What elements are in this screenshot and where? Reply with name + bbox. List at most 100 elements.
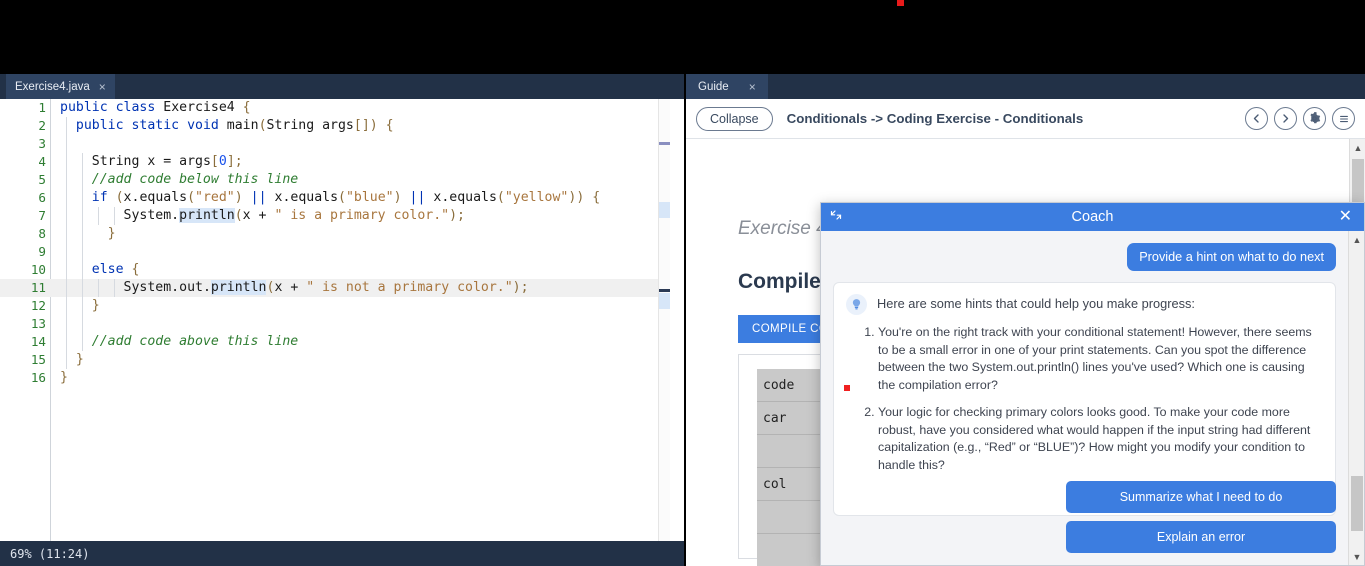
code-line-text: System.out.println(x + " is not a primar… <box>123 280 529 295</box>
guide-tab-bar: Guide × <box>686 74 1365 99</box>
close-icon[interactable]: × <box>99 80 106 94</box>
code-line: 2 public static void main(String args[])… <box>0 117 660 135</box>
code-line: 15 } <box>0 351 660 369</box>
chevron-left-icon[interactable] <box>1245 107 1268 130</box>
breadcrumb: Conditionals -> Coding Exercise - Condit… <box>786 111 1084 126</box>
code-line-text: public class Exercise4 { <box>60 100 251 115</box>
line-number: 8 <box>38 226 46 241</box>
exercise-label: Exercise 4 <box>738 218 827 239</box>
code-line: 9 <box>0 243 660 261</box>
cursor-marker-icon <box>844 385 850 391</box>
code-line: 3 <box>0 135 660 153</box>
coach-action-button[interactable]: Explain an error <box>1066 521 1336 553</box>
code-line: 6 if (x.equals("red") || x.equals("blue"… <box>0 189 660 207</box>
code-line-text: } <box>60 370 68 385</box>
code-line: 4 String x = args[0]; <box>0 153 660 171</box>
code-line-text: System.println(x + " is a primary color.… <box>123 208 465 223</box>
code-line-text: //add code below this line <box>91 172 299 187</box>
editor-status-text: 69% (11:24) <box>10 546 90 561</box>
code-line-text: if (x.equals("red") || x.equals("blue") … <box>91 190 601 205</box>
code-line-text: //add code above this line <box>91 334 299 349</box>
user-message-bubble: Provide a hint on what to do next <box>1127 243 1336 271</box>
coach-action-button[interactable]: Summarize what I need to do <box>1066 481 1336 513</box>
coach-body: Provide a hint on what to do next Here a… <box>821 231 1364 565</box>
code-line: 1 public class Exercise4 { <box>0 99 660 117</box>
close-icon[interactable]: ✕ <box>1339 207 1352 227</box>
hint-list: You're on the right track with your cond… <box>846 324 1323 474</box>
line-number: 2 <box>38 118 46 133</box>
code-line-text: else { <box>91 262 140 277</box>
code-line-text: } <box>107 226 116 241</box>
editor-status-bar: 69% (11:24) <box>0 541 684 566</box>
scroll-down-icon[interactable]: ▼ <box>1349 548 1364 565</box>
code-line: 10 else { <box>0 261 660 279</box>
code-line: 12 } <box>0 297 660 315</box>
editor-tab-label: Exercise4.java <box>15 80 90 93</box>
guide-tab[interactable]: Guide × <box>686 74 768 99</box>
indent-guide <box>66 117 67 369</box>
menu-icon[interactable] <box>1332 107 1355 130</box>
coach-dialog: Coach ✕ Provide a hint on what to do nex… <box>820 202 1365 566</box>
line-number: 14 <box>30 334 46 349</box>
code-line: 8 } <box>0 225 660 243</box>
code-line: 16} <box>0 369 660 387</box>
line-number: 4 <box>38 154 46 169</box>
line-number: 7 <box>38 208 46 223</box>
line-number: 10 <box>30 262 46 277</box>
guide-tab-label: Guide <box>698 80 729 93</box>
code-line-text: } <box>91 298 100 313</box>
line-number: 1 <box>38 100 46 115</box>
editor-tab-bar: Exercise4.java × <box>0 74 684 99</box>
editor-tab-exercise4[interactable]: Exercise4.java × <box>6 74 115 99</box>
line-number: 11 <box>30 280 46 295</box>
indent-guide <box>97 207 99 225</box>
indent-guide <box>81 153 83 351</box>
guide-header-icons <box>1245 107 1355 130</box>
code-line: 11 System.out.println(x + " is not a pri… <box>0 279 660 297</box>
chevron-right-icon[interactable] <box>1274 107 1297 130</box>
line-number: 9 <box>38 244 46 259</box>
line-number: 15 <box>30 352 46 367</box>
line-number: 6 <box>38 190 46 205</box>
code-line: 14 //add code above this line <box>0 333 660 351</box>
code-editor-window: Exercise4.java × 1 public class Exercise4… <box>0 74 684 566</box>
line-number: 12 <box>30 298 46 313</box>
code-line: 13 <box>0 315 660 333</box>
line-number: 16 <box>30 370 46 385</box>
editor-body: 1 public class Exercise4 { 2 public static… <box>0 99 684 541</box>
scroll-up-icon[interactable]: ▲ <box>1350 139 1365 156</box>
expand-icon[interactable] <box>829 208 845 224</box>
bot-intro-text: Here are some hints that could help you … <box>877 296 1195 311</box>
gear-icon[interactable] <box>1303 107 1326 130</box>
code-text-area[interactable]: 1 public class Exercise4 { 2 public static… <box>0 99 660 541</box>
guide-header: Collapse Conditionals -> Coding Exercise… <box>686 99 1365 139</box>
app-root: Exercise4.java × 1 public class Exercise4… <box>0 0 1365 566</box>
top-black-strip <box>0 0 1365 74</box>
hint-item: Your logic for checking primary colors l… <box>878 404 1323 474</box>
line-number: 5 <box>38 172 46 187</box>
scroll-up-icon[interactable]: ▲ <box>1349 231 1364 248</box>
code-line: 5 //add code below this line <box>0 171 660 189</box>
indent-guide <box>113 279 115 297</box>
editor-scrollbar[interactable] <box>670 99 684 541</box>
line-number: 13 <box>30 316 46 331</box>
coach-title-label: Coach <box>1071 209 1114 225</box>
code-line-text: public static void main(String args[]) { <box>75 118 394 133</box>
red-marker-icon <box>897 0 904 6</box>
code-line: 7 System.println(x + " is a primary colo… <box>0 207 660 225</box>
coach-title-bar[interactable]: Coach ✕ <box>821 203 1364 231</box>
indent-guide <box>97 279 99 297</box>
coach-scrollbar[interactable]: ▲ ▼ <box>1348 231 1364 565</box>
collapse-button[interactable]: Collapse <box>696 106 773 131</box>
line-number: 3 <box>38 136 46 151</box>
coach-scroll-thumb[interactable] <box>1351 476 1363 531</box>
editor-marker-bar[interactable] <box>658 99 671 541</box>
lightbulb-icon <box>846 294 867 315</box>
bot-message-header: Here are some hints that could help you … <box>846 294 1323 315</box>
code-line-text: } <box>75 352 84 367</box>
indent-guide <box>113 207 115 225</box>
hint-item: You're on the right track with your cond… <box>878 324 1323 394</box>
coach-quick-actions: Summarize what I need to do Explain an er… <box>821 481 1348 565</box>
code-line-text: String x = args[0]; <box>91 154 243 169</box>
close-icon[interactable]: × <box>749 80 756 94</box>
